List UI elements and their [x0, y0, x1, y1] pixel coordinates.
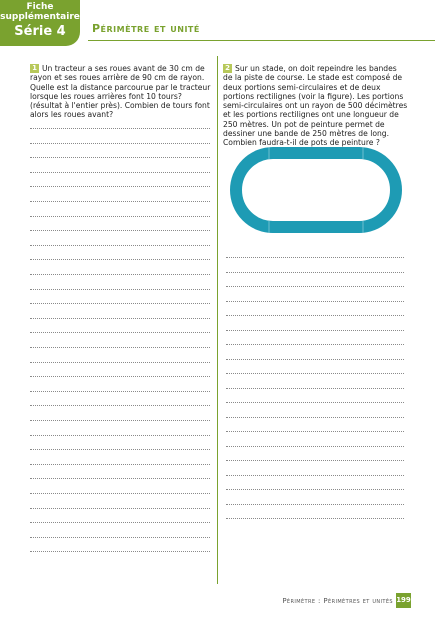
answer-line: [30, 128, 210, 129]
answer-line: [226, 286, 404, 287]
answer-line: [30, 551, 210, 553]
answer-line: [30, 230, 210, 232]
answer-line: [30, 347, 210, 348]
column-divider: [217, 56, 218, 584]
answer-line: [226, 329, 404, 331]
answer-line: [30, 244, 210, 246]
answer-line: [226, 518, 404, 519]
answer-line: [30, 332, 210, 334]
answer-line: [30, 522, 210, 524]
footer-chapter: Périmètre : Périmètres et unités: [282, 597, 393, 605]
exercise-1-number-badge: 1: [30, 64, 39, 73]
answer-line: [30, 434, 210, 436]
exercise-1-text: Un tracteur a ses roues avant de 30 cm d…: [30, 64, 211, 120]
exercise-2: 2 Sur un stade, on doit repeindre les ban…: [223, 64, 408, 148]
answer-line: [30, 142, 210, 144]
answer-line: [30, 317, 210, 319]
answer-line: [226, 416, 404, 418]
header-rule: [88, 40, 435, 41]
answer-line: [226, 503, 404, 505]
answer-line: [226, 300, 404, 302]
answer-line: [30, 390, 210, 392]
stadium-track-icon: [230, 147, 402, 233]
answer-line: [226, 257, 404, 258]
answer-line: [30, 376, 210, 378]
answer-line: [30, 420, 210, 421]
answer-line: [226, 474, 404, 476]
tab-label-fiche: Fiche: [26, 2, 54, 12]
exercise-2-text: Sur un stade, on doit repeindre les band…: [223, 64, 408, 148]
answer-line: [226, 387, 404, 389]
answer-line: [226, 460, 404, 461]
stadium-track-figure: [230, 147, 402, 233]
page-title: Périmètre et unité: [92, 22, 200, 35]
answer-line: [30, 361, 210, 363]
answer-line: [30, 288, 210, 290]
answer-line: [226, 315, 404, 316]
answer-line: [30, 186, 210, 188]
answer-line: [30, 536, 210, 538]
answer-line: [30, 215, 210, 217]
answer-line: [226, 402, 404, 403]
answer-line: [30, 493, 210, 494]
page-number: 199: [396, 593, 411, 608]
answer-line: [30, 449, 210, 451]
worksheet-tab: Fiche supplémentaire Série 4: [0, 0, 80, 46]
answer-line: [30, 274, 210, 275]
answer-line: [30, 171, 210, 173]
answer-line: [226, 344, 404, 345]
answer-line: [30, 201, 210, 202]
answer-line: [226, 373, 404, 374]
tab-label-serie: Série 4: [14, 24, 66, 39]
answer-line: [226, 431, 404, 432]
exercise-1: 1 Un tracteur a ses roues avant de 30 cm …: [30, 64, 212, 120]
answer-line: [30, 303, 210, 305]
answer-line: [226, 358, 404, 360]
answer-line: [30, 405, 210, 407]
answer-line: [226, 489, 404, 490]
answer-line: [30, 463, 210, 465]
answer-line: [226, 271, 404, 273]
answer-line: [30, 259, 210, 261]
answer-line: [30, 157, 210, 159]
answer-line: [30, 478, 210, 480]
answer-line: [226, 445, 404, 447]
tab-label-supplementaire: supplémentaire: [0, 12, 80, 22]
answer-line: [30, 507, 210, 509]
exercise-2-number-badge: 2: [223, 64, 232, 73]
